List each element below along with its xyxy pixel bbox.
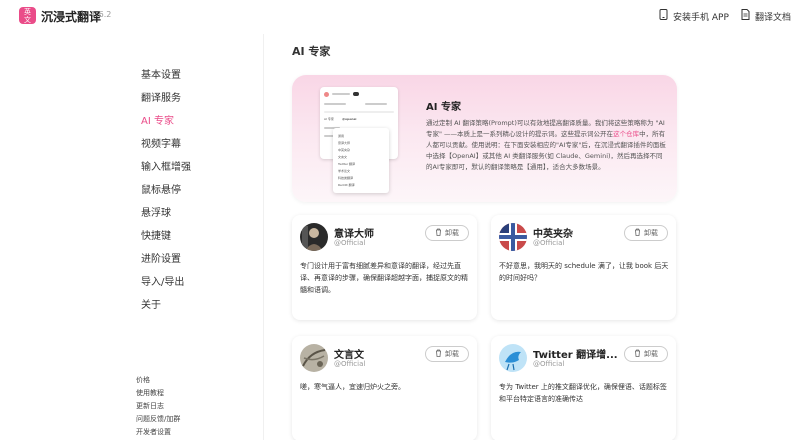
- trash-icon: [634, 228, 644, 238]
- expert-avatar: [499, 223, 527, 251]
- footer-link-tutorial[interactable]: 使用教程: [136, 388, 164, 398]
- mock-option: 科技类翻译: [338, 176, 354, 180]
- mock-option: Twitter 翻译: [338, 162, 356, 166]
- mock-option: 中英夹杂: [338, 148, 351, 152]
- expert-author: @Official: [533, 360, 565, 368]
- expert-name: 文言文: [334, 350, 364, 361]
- ai-expert-intro-banner: AI 专家 @openai 通用 意译大师 中英夹杂 文言文 Twitter 翻…: [292, 75, 677, 202]
- sidebar-item-floating-ball[interactable]: 悬浮球: [141, 204, 171, 219]
- expert-description: 嗟，寒气逼人，宜速归炉火之旁。: [300, 383, 405, 391]
- trash-icon: [435, 349, 445, 359]
- sidebar-item-about[interactable]: 关于: [141, 296, 161, 311]
- expert-name: 中英夹杂: [533, 229, 573, 240]
- uninstall-label: 卸载: [445, 229, 459, 237]
- docs-link[interactable]: 翻译文档: [741, 9, 791, 23]
- sidebar-item-translation-services[interactable]: 翻译服务: [141, 89, 181, 104]
- expert-description: 专门设计用于富有细腻差异和意译的翻译，经过先直译、再意译的步骤，确保翻译超越字面…: [300, 262, 468, 294]
- sidebar-item-input-enhance[interactable]: 输入框增强: [141, 158, 191, 173]
- sidebar-item-basic-settings[interactable]: 基本设置: [141, 66, 181, 81]
- expert-avatar: [499, 344, 527, 372]
- app-logo[interactable]: 英文: [19, 7, 36, 24]
- footer-link-pricing[interactable]: 价格: [136, 375, 150, 385]
- expert-name: Twitter 翻译增...: [533, 350, 618, 361]
- phone-icon: [659, 9, 673, 23]
- expert-author: @Official: [334, 360, 366, 368]
- footer-link-feedback[interactable]: 问题反馈/加群: [136, 414, 180, 424]
- uninstall-button[interactable]: 卸载: [425, 225, 469, 241]
- expert-card: 意译大师 @Official 卸载 专门设计用于富有细腻差异和意译的翻译，经过先…: [292, 215, 477, 320]
- sidebar-item-import-export[interactable]: 导入/导出: [141, 273, 184, 288]
- trash-icon: [634, 349, 644, 359]
- mock-option: 意译大师: [338, 141, 351, 145]
- mock-option: 学术论文: [338, 169, 351, 173]
- expert-author: @Official: [334, 239, 366, 247]
- header: 英文 沉浸式翻译 1.6.2 安装手机 APP 翻译文档: [0, 0, 800, 34]
- mock-dropdown-value: @openai: [342, 117, 357, 121]
- expert-card: 文言文 @Official 卸载 嗟，寒气逼人，宜速归炉火之旁。: [292, 336, 477, 440]
- uninstall-button[interactable]: 卸载: [624, 346, 668, 362]
- hero-title: AI 专家: [426, 102, 461, 113]
- uninstall-label: 卸载: [644, 350, 658, 358]
- expert-description: 专为 Twitter 上的推文翻译优化，确保俚语、话题标签和平台特定语言的准确传…: [499, 383, 667, 403]
- footer-link-changelog[interactable]: 更新日志: [136, 401, 164, 411]
- install-app-label: 安装手机 APP: [673, 12, 729, 23]
- uninstall-label: 卸载: [644, 229, 658, 237]
- page-title: AI 专家: [292, 45, 331, 58]
- app-version: 1.6.2: [91, 10, 112, 19]
- expert-card: 中英夹杂 @Official 卸载 不好意思，我明天的 schedule 满了，…: [491, 215, 676, 320]
- mock-dropdown-label: AI 专家: [324, 117, 334, 121]
- hero-description: 通过定制 AI 翻译策略(Prompt)可以有效地提高翻译质量。我们将这些策略称…: [426, 118, 666, 173]
- mock-option: 通用: [338, 134, 345, 138]
- expert-card: Twitter 翻译增... @Official 卸载 专为 Twitter 上…: [491, 336, 676, 440]
- uninstall-button[interactable]: 卸载: [624, 225, 668, 241]
- docs-label: 翻译文档: [755, 12, 792, 23]
- mock-option: 文言文: [338, 155, 348, 159]
- sidebar-item-mouse-hover[interactable]: 鼠标悬停: [141, 181, 181, 196]
- expert-avatar: [300, 344, 328, 372]
- footer-link-developer[interactable]: 开发者设置: [136, 427, 171, 437]
- sidebar-item-ai-expert[interactable]: AI 专家: [141, 112, 174, 127]
- document-icon: [741, 9, 755, 23]
- expert-author: @Official: [533, 239, 565, 247]
- sidebar: 基本设置 翻译服务 AI 专家 视频字幕 输入框增强 鼠标悬停 悬浮球 快捷键 …: [0, 34, 264, 440]
- expert-name: 意译大师: [334, 229, 374, 240]
- uninstall-button[interactable]: 卸载: [425, 346, 469, 362]
- dropdown-preview: 通用 意译大师 中英夹杂 文言文 Twitter 翻译 学术论文 科技类翻译 R…: [333, 128, 389, 193]
- sidebar-item-video-subtitles[interactable]: 视频字幕: [141, 135, 181, 150]
- repo-link[interactable]: 这个仓库: [613, 130, 639, 138]
- mock-option: Reddit 翻译: [338, 183, 355, 187]
- uninstall-label: 卸载: [445, 350, 459, 358]
- expert-description: 不好意思，我明天的 schedule 满了，让我 book 后天的时间好吗？: [499, 262, 669, 282]
- sidebar-item-shortcuts[interactable]: 快捷键: [141, 227, 171, 242]
- expert-avatar: [300, 223, 328, 251]
- sidebar-item-advanced[interactable]: 进阶设置: [141, 250, 181, 265]
- trash-icon: [435, 228, 445, 238]
- install-app-link[interactable]: 安装手机 APP: [659, 9, 729, 23]
